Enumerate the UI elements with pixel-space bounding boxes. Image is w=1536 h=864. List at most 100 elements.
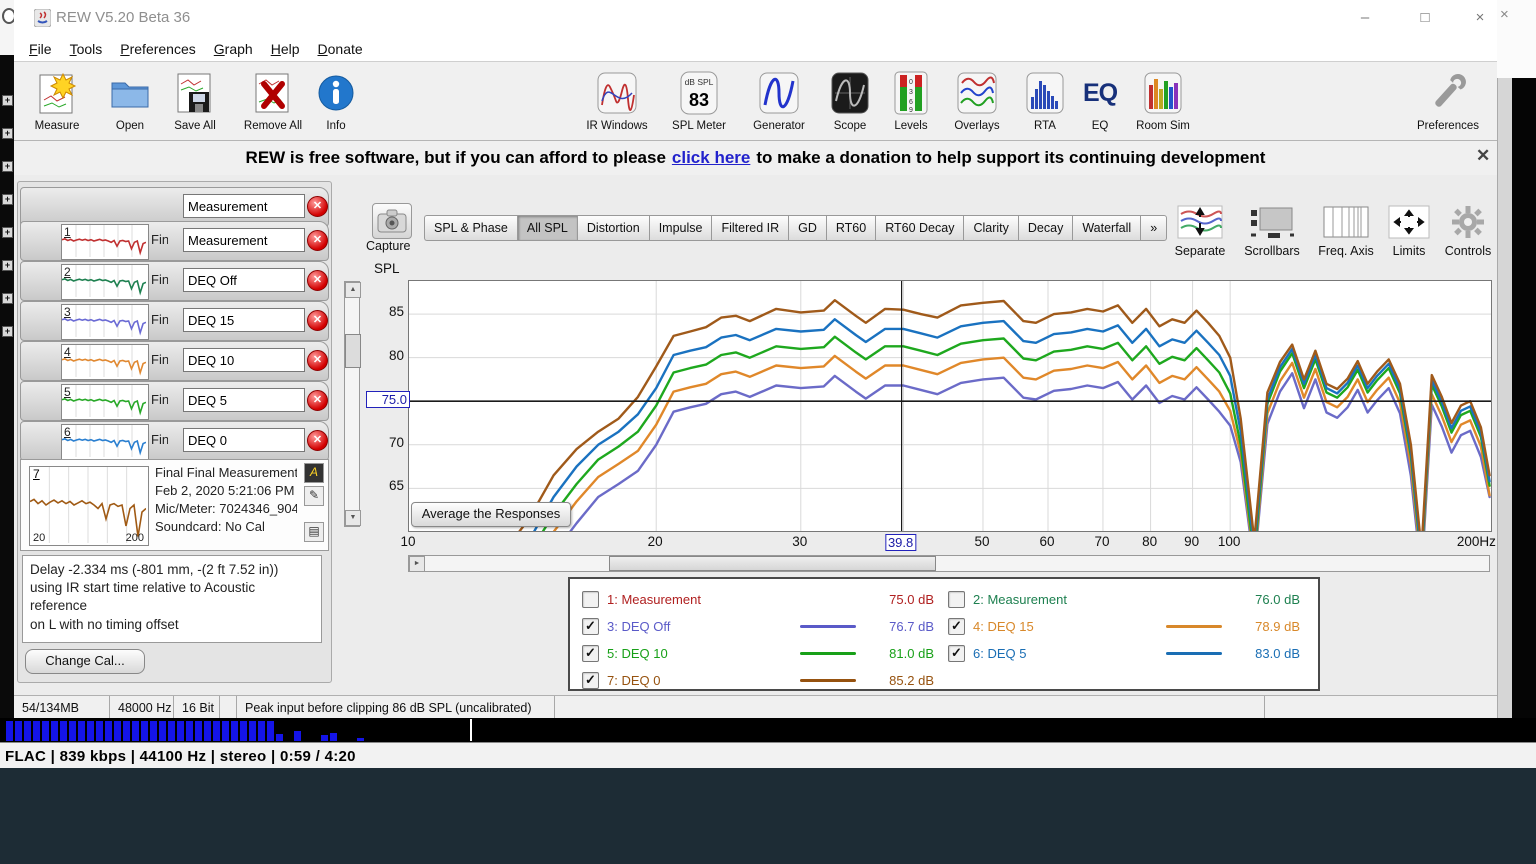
measurement-thumbnail[interactable]: 1	[61, 224, 149, 260]
measurement-thumbnail[interactable]: 6	[61, 424, 149, 460]
tab-rt60[interactable]: RT60	[826, 215, 875, 241]
measurement-notes[interactable]: Delay -2.334 ms (-801 mm, -(2 ft 7.52 in…	[22, 555, 322, 643]
menu-graph[interactable]: Graph	[205, 39, 262, 59]
measurement-name-input[interactable]	[183, 388, 305, 412]
spl-meter-button[interactable]: dB SPL 83 SPL Meter	[666, 68, 732, 132]
legend-checkbox[interactable]	[948, 591, 965, 608]
scroll-up-icon[interactable]	[345, 282, 361, 298]
tab-spl-phase[interactable]: SPL & Phase	[424, 215, 517, 241]
separate-button[interactable]: Separate	[1164, 203, 1236, 258]
tab-impulse[interactable]: Impulse	[649, 215, 712, 241]
title-bar: REW V5.20 Beta 36 – □ ×	[14, 0, 1497, 36]
info-button[interactable]: Info	[316, 68, 356, 132]
remove-all-button[interactable]: Remove All	[236, 68, 310, 132]
x-tick-label: 200Hz	[1457, 534, 1496, 549]
menu-help[interactable]: Help	[262, 39, 309, 59]
levels-button[interactable]: 0 3 6 9 Levels	[884, 68, 938, 132]
separate-icon	[1164, 203, 1236, 241]
delete-measurement-icon[interactable]	[307, 270, 328, 291]
edit-pencil-icon[interactable]: ✎	[304, 486, 324, 506]
measurement-row[interactable]: 1 Fin	[20, 221, 329, 261]
tab-decay[interactable]: Decay	[1018, 215, 1072, 241]
measurement-name-input[interactable]	[183, 268, 305, 292]
capture-button[interactable]	[372, 203, 412, 239]
delete-measurement-icon[interactable]	[307, 196, 328, 217]
average-responses-button[interactable]: Average the Responses	[411, 502, 571, 527]
save-all-button[interactable]: Save All	[166, 68, 224, 132]
tab-gd[interactable]: GD	[788, 215, 826, 241]
maximize-button[interactable]: □	[1410, 7, 1440, 29]
measurement-row[interactable]: 6 Fin	[20, 421, 329, 461]
menu-donate[interactable]: Donate	[309, 39, 372, 59]
measurement-thumbnail[interactable]: 4	[61, 344, 149, 380]
vertical-scrollbar-thumb[interactable]	[345, 334, 361, 368]
eq-button[interactable]: EQ EQ	[1078, 68, 1122, 132]
delete-measurement-icon[interactable]	[307, 430, 328, 451]
selected-title: Final Final Measurement	[155, 465, 297, 480]
controls-button[interactable]: Controls	[1440, 203, 1496, 258]
legend-checkbox[interactable]	[948, 618, 965, 635]
banner-text-before: REW is free software, but if you can aff…	[246, 148, 666, 168]
open-button[interactable]: Open	[104, 68, 156, 132]
freq-axis-button[interactable]: Freq. Axis	[1310, 203, 1382, 258]
overlays-button[interactable]: Overlays	[946, 68, 1008, 132]
scroll-right-icon[interactable]	[409, 556, 425, 572]
legend-checkbox[interactable]	[582, 618, 599, 635]
measurement-name-input[interactable]	[183, 428, 305, 452]
tab-clarity[interactable]: Clarity	[963, 215, 1017, 241]
selected-measurement-row[interactable]: 7 20 200 Final Final Measurement Feb 2, …	[20, 459, 329, 551]
tab-waterfall[interactable]: Waterfall	[1072, 215, 1140, 241]
legend-checkbox[interactable]	[582, 591, 599, 608]
ir-windows-button[interactable]: IR Windows	[580, 68, 654, 132]
legend-checkbox[interactable]	[948, 645, 965, 662]
vertical-scrollbar[interactable]	[344, 281, 360, 527]
scrollbars-button[interactable]: Scrollbars	[1236, 203, 1308, 258]
notes-doc-icon[interactable]: ▤	[304, 522, 324, 542]
menu-file[interactable]: File	[20, 39, 61, 59]
room-sim-button[interactable]: Room Sim	[1132, 68, 1194, 132]
tab-rt60-decay[interactable]: RT60 Decay	[875, 215, 963, 241]
delete-measurement-icon[interactable]	[307, 310, 328, 331]
legend-line-sample	[1166, 598, 1222, 601]
scope-button[interactable]: Scope	[824, 68, 876, 132]
tab-all-spl[interactable]: All SPL	[517, 215, 577, 241]
spl-chart[interactable]: Average the Responses	[408, 280, 1492, 532]
measure-button[interactable]: Measure	[26, 68, 88, 132]
legend-checkbox[interactable]	[582, 672, 599, 689]
legend-checkbox[interactable]	[582, 645, 599, 662]
measurement-name-input[interactable]	[183, 228, 305, 252]
measurement-name-input[interactable]	[183, 308, 305, 332]
limits-icon	[1380, 203, 1438, 241]
trace-style-icon[interactable]: A	[304, 463, 324, 483]
close-button[interactable]: ×	[1465, 7, 1495, 29]
measurement-thumbnail[interactable]: 2	[61, 264, 149, 300]
preferences-button[interactable]: Preferences	[1412, 68, 1484, 132]
tab-filtered-ir[interactable]: Filtered IR	[711, 215, 788, 241]
banner-close-icon[interactable]: ✕	[1476, 146, 1490, 166]
measurement-row[interactable]: 3 Fin	[20, 301, 329, 341]
measurement-name-input[interactable]	[183, 194, 305, 218]
generator-button[interactable]: Generator	[746, 68, 812, 132]
minimize-button[interactable]: –	[1350, 7, 1380, 29]
legend-row: 1: Measurement 75.0 dB	[582, 587, 934, 611]
measurement-row[interactable]: 2 Fin	[20, 261, 329, 301]
measurement-row[interactable]: 4 Fin	[20, 341, 329, 381]
scroll-down-icon[interactable]	[345, 510, 361, 526]
horizontal-scrollbar-thumb[interactable]	[609, 556, 936, 571]
delete-measurement-icon[interactable]	[307, 390, 328, 411]
change-cal-button[interactable]: Change Cal...	[25, 649, 145, 674]
menu-tools[interactable]: Tools	[61, 39, 112, 59]
delete-measurement-icon[interactable]	[307, 350, 328, 371]
tab-distortion[interactable]: Distortion	[577, 215, 649, 241]
measurement-thumbnail[interactable]: 3	[61, 304, 149, 340]
horizontal-scrollbar[interactable]	[408, 555, 1490, 572]
menu-preferences[interactable]: Preferences	[111, 39, 205, 59]
limits-button[interactable]: Limits	[1380, 203, 1438, 258]
measurement-row[interactable]: 5 Fin	[20, 381, 329, 421]
rta-button[interactable]: RTA	[1022, 68, 1068, 132]
donation-link[interactable]: click here	[672, 148, 750, 168]
selected-measurement-thumbnail[interactable]: 7 20 200	[29, 466, 149, 546]
measurement-thumbnail[interactable]: 5	[61, 384, 149, 420]
delete-measurement-icon[interactable]	[307, 230, 328, 251]
measurement-name-input[interactable]	[183, 348, 305, 372]
